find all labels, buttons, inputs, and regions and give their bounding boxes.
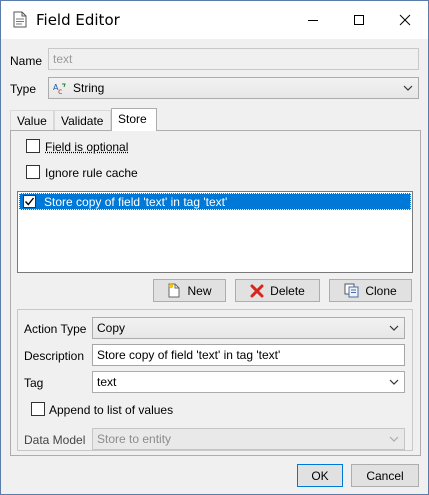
svg-text:c: c (58, 87, 62, 95)
cancel-button[interactable]: Cancel (351, 464, 419, 487)
delete-icon (250, 284, 264, 297)
clone-button[interactable]: Clone (329, 279, 412, 302)
delete-button-label: Delete (270, 283, 305, 298)
chevron-down-icon (403, 85, 413, 91)
tab-store[interactable]: Store (111, 108, 157, 131)
name-label: Name (10, 54, 43, 68)
type-value: String (73, 81, 105, 95)
chevron-down-icon (389, 325, 399, 331)
action-type-value: Copy (97, 321, 126, 335)
list-item[interactable]: Store copy of field 'text' in tag 'text' (19, 193, 411, 210)
action-type-select[interactable]: Copy (92, 317, 405, 339)
field-optional-label: Field is optional (45, 140, 129, 154)
minimize-icon (308, 20, 318, 21)
tag-label: Tag (24, 376, 44, 390)
close-icon (399, 14, 411, 26)
list-item-checkbox[interactable] (23, 195, 36, 208)
ignore-cache-checkbox[interactable] (26, 165, 40, 179)
description-label: Description (24, 349, 85, 363)
tag-select[interactable]: text (92, 371, 405, 393)
minimize-button[interactable] (290, 1, 336, 39)
maximize-icon (354, 15, 364, 25)
field-optional-checkbox[interactable] (26, 139, 40, 153)
close-button[interactable] (382, 1, 428, 39)
type-label: Type (10, 82, 37, 96)
chevron-down-icon (389, 436, 399, 442)
checkmark-icon (24, 197, 35, 206)
maximize-button[interactable] (336, 1, 382, 39)
ok-button[interactable]: OK (297, 464, 343, 487)
append-label: Append to list of values (49, 403, 174, 417)
description-input[interactable]: Store copy of field 'text' in tag 'text' (92, 344, 405, 366)
tag-value: text (97, 375, 117, 389)
data-model-label: Data Model (24, 433, 86, 447)
delete-button[interactable]: Delete (235, 279, 320, 302)
name-field[interactable]: text (48, 48, 419, 70)
window-title: Field Editor (36, 11, 120, 29)
action-type-label: Action Type (24, 322, 87, 336)
field-editor-window: Field Editor Name text Type A c String V… (0, 0, 429, 495)
document-icon (13, 11, 27, 28)
string-type-icon: A c (53, 83, 66, 95)
new-button-label: New (187, 283, 212, 298)
chevron-down-icon (389, 379, 399, 385)
tab-value[interactable]: Value (10, 110, 54, 130)
clone-button-label: Clone (365, 283, 397, 298)
title-bar: Field Editor (1, 1, 428, 39)
append-checkbox[interactable] (31, 402, 45, 416)
store-actions-list[interactable]: Store copy of field 'text' in tag 'text' (17, 191, 413, 273)
new-document-icon (168, 283, 180, 298)
list-item-label: Store copy of field 'text' in tag 'text' (44, 195, 228, 209)
type-select[interactable]: A c String (48, 77, 419, 99)
tab-validate[interactable]: Validate (54, 110, 111, 130)
data-model-value: Store to entity (97, 432, 172, 446)
new-button[interactable]: New (153, 279, 226, 302)
data-model-select[interactable]: Store to entity (92, 428, 405, 450)
ignore-cache-label: Ignore rule cache (45, 166, 138, 180)
copy-icon (344, 283, 359, 298)
